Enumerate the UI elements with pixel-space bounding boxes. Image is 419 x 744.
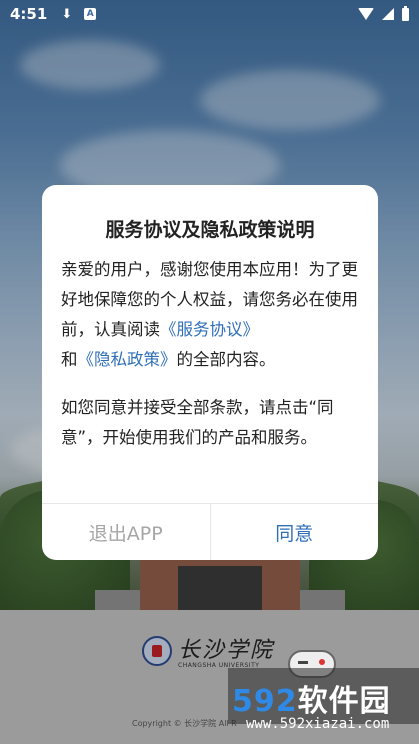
watermark-number: 592 (232, 684, 298, 719)
dialog-paragraph-1: 亲爱的用户，感谢您使用本应用！为了更好地保障您的个人权益，请您务必在使用前，认真… (61, 255, 361, 375)
status-bar: 4:51 ⬇ A (0, 0, 419, 28)
dialog-paragraph-2: 如您同意并接受全部条款，请点击“同意”，开始使用我们的产品和服务。 (61, 398, 334, 447)
notification-badge-icon: A (84, 8, 97, 20)
para1-text-c: 的全部内容。 (176, 350, 276, 369)
para1-text-b: 和 (61, 350, 78, 369)
dialog-button-bar: 退出APP 同意 (42, 503, 378, 560)
watermark-logo: 592软件园 (232, 676, 391, 720)
watermark-url: www.592xiazai.com (246, 716, 390, 732)
agree-button[interactable]: 同意 (211, 504, 379, 560)
watermark-name: 软件园 (297, 684, 391, 719)
signal-icon (382, 8, 394, 20)
privacy-dialog: 服务协议及隐私政策说明 亲爱的用户，感谢您使用本应用！为了更好地保障您的个人权益… (42, 185, 378, 560)
wifi-icon (358, 8, 374, 20)
service-agreement-link[interactable]: 《服务协议》 (160, 320, 259, 339)
battery-icon (402, 5, 409, 21)
privacy-policy-link[interactable]: 《隐私政策》 (78, 350, 177, 369)
dialog-title: 服务协议及隐私政策说明 (105, 219, 315, 241)
download-icon: ⬇ (61, 6, 73, 22)
exit-app-button[interactable]: 退出APP (42, 504, 211, 560)
status-time: 4:51 (10, 5, 48, 23)
dialog-body: 亲爱的用户，感谢您使用本应用！为了更好地保障您的个人权益，请您务必在使用前，认真… (61, 255, 361, 453)
